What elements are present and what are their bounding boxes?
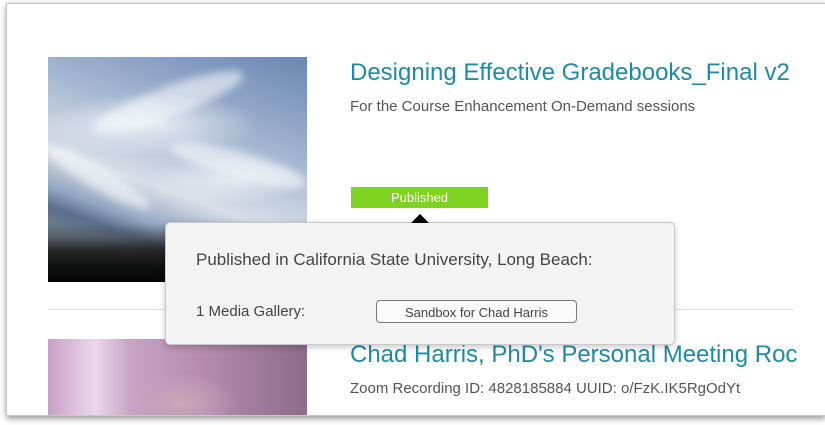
thumbnail-cloud <box>87 60 249 144</box>
popover-arrow <box>411 214 429 223</box>
media-gallery-label: 1 Media Gallery: <box>196 303 306 320</box>
published-status-badge[interactable]: Published <box>351 187 488 208</box>
media-title[interactable]: Chad Harris, PhD's Personal Meeting Roc <box>350 341 797 369</box>
popover-heading: Published in California State University… <box>196 250 593 269</box>
media-description: Zoom Recording ID: 4828185884 UUID: o/Fz… <box>350 380 741 397</box>
thumbnail-cloud <box>167 134 307 196</box>
media-description: For the Course Enhancement On-Demand ses… <box>350 98 696 115</box>
media-thumbnail[interactable] <box>48 339 307 415</box>
thumbnail-cloud <box>48 138 156 218</box>
media-list-panel: Designing Effective Gradebooks_Final v2 … <box>6 3 825 416</box>
published-info-popover: Published in California State University… <box>165 214 675 345</box>
gallery-link-button[interactable]: Sandbox for Chad Harris <box>376 300 577 323</box>
media-title[interactable]: Designing Effective Gradebooks_Final v2 <box>350 59 790 87</box>
